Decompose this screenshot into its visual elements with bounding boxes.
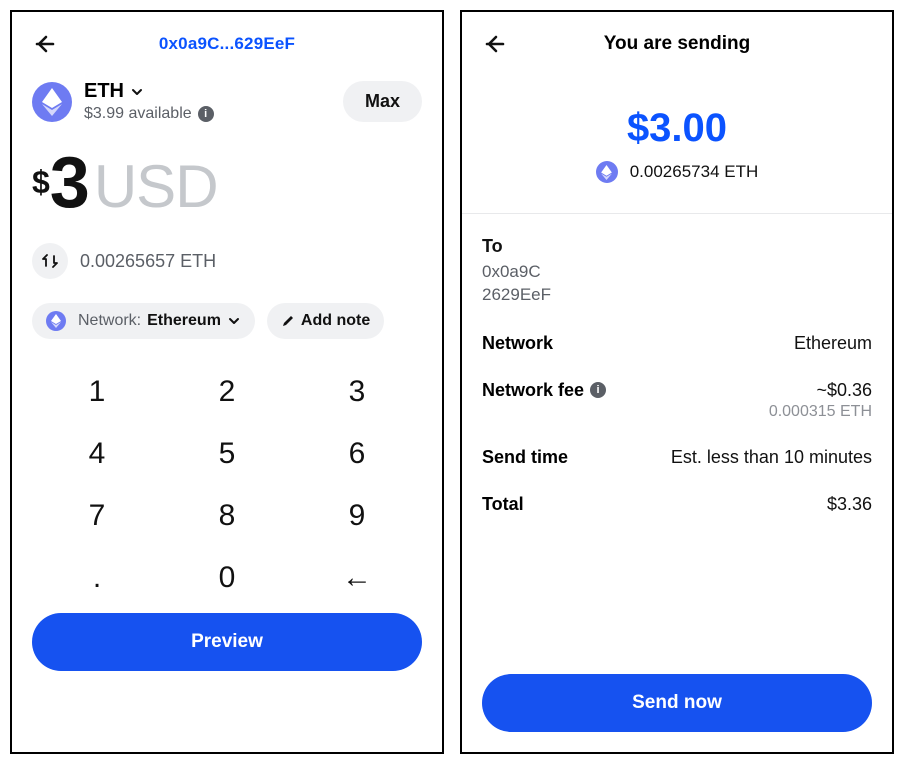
- info-icon[interactable]: i: [198, 106, 214, 122]
- back-button[interactable]: [32, 32, 56, 56]
- send-confirm-screen: You are sending $3.00 0.00265734 ETH To …: [460, 10, 894, 754]
- available-balance: $3.99 available: [84, 105, 192, 123]
- keypad-5[interactable]: 5: [162, 423, 292, 485]
- keypad-7[interactable]: 7: [32, 485, 162, 547]
- amount-prefix: $: [32, 166, 50, 198]
- back-button[interactable]: [482, 32, 506, 56]
- pill-row: Network: Ethereum Add note: [32, 303, 422, 339]
- keypad-4[interactable]: 4: [32, 423, 162, 485]
- keypad-backspace[interactable]: ←: [292, 547, 422, 609]
- keypad-2[interactable]: 2: [162, 361, 292, 423]
- amount-value: 3: [50, 147, 88, 219]
- chevron-down-icon: [227, 314, 241, 328]
- swap-currency-button[interactable]: [32, 243, 68, 279]
- eth-icon: [46, 311, 66, 331]
- asset-info[interactable]: ETH $3.99 available i: [84, 80, 343, 123]
- amount-currency: USD: [94, 152, 218, 221]
- send-time-value: Est. less than 10 minutes: [671, 447, 872, 468]
- to-address-line2: 2629EeF: [482, 284, 872, 307]
- send-now-button[interactable]: Send now: [482, 674, 872, 732]
- to-address-line1: 0x0a9C: [482, 261, 872, 284]
- network-label: Network: [482, 333, 553, 354]
- asset-row: ETH $3.99 available i Max: [32, 80, 422, 123]
- network-fee-label: Network fee: [482, 380, 584, 401]
- network-selector[interactable]: Network: Ethereum: [32, 303, 255, 339]
- keypad-decimal[interactable]: .: [32, 547, 162, 609]
- pencil-icon: [281, 314, 295, 328]
- send-amount-eth-row: 0.00265734 ETH: [482, 161, 872, 183]
- arrow-left-icon: [482, 32, 506, 56]
- keypad-0[interactable]: 0: [162, 547, 292, 609]
- network-row: Network Ethereum: [482, 333, 872, 354]
- total-label: Total: [482, 494, 524, 515]
- send-amount-eth: 0.00265734 ETH: [630, 162, 759, 182]
- header-title: You are sending: [506, 33, 848, 55]
- swap-icon: [41, 252, 59, 270]
- recipient-address-short[interactable]: 0x0a9C...629EeF: [56, 34, 398, 54]
- converted-amount: 0.00265657 ETH: [80, 251, 216, 272]
- amount-display: $ 3 USD: [32, 147, 422, 221]
- to-label: To: [482, 236, 872, 257]
- keypad-6[interactable]: 6: [292, 423, 422, 485]
- keypad-3[interactable]: 3: [292, 361, 422, 423]
- max-button[interactable]: Max: [343, 81, 422, 122]
- keypad-8[interactable]: 8: [162, 485, 292, 547]
- conversion-row: 0.00265657 ETH: [32, 243, 422, 279]
- total-value: $3.36: [827, 494, 872, 515]
- chevron-down-icon: [130, 85, 144, 99]
- divider: [462, 213, 892, 214]
- send-amount-usd: $3.00: [482, 106, 872, 151]
- keypad-1[interactable]: 1: [32, 361, 162, 423]
- keypad-9[interactable]: 9: [292, 485, 422, 547]
- header: You are sending: [482, 30, 872, 58]
- eth-icon: [596, 161, 618, 183]
- add-note-button[interactable]: Add note: [267, 303, 384, 339]
- to-section: To 0x0a9C 2629EeF: [482, 236, 872, 307]
- add-note-label: Add note: [301, 312, 370, 330]
- network-fee-row: Network fee i ~$0.36 0.000315 ETH: [482, 380, 872, 421]
- total-row: Total $3.36: [482, 494, 872, 515]
- header: 0x0a9C...629EeF: [32, 30, 422, 58]
- asset-symbol: ETH: [84, 80, 124, 103]
- eth-icon: [32, 82, 72, 122]
- network-label: Network:: [78, 312, 141, 330]
- network-fee-eth: 0.000315 ETH: [769, 403, 872, 421]
- numeric-keypad: 1 2 3 4 5 6 7 8 9 . 0 ←: [32, 361, 422, 609]
- network-value: Ethereum: [147, 312, 221, 330]
- send-entry-screen: 0x0a9C...629EeF ETH $3.99 available i Ma…: [10, 10, 444, 754]
- info-icon[interactable]: i: [590, 382, 606, 398]
- preview-button[interactable]: Preview: [32, 613, 422, 671]
- network-fee-usd: ~$0.36: [769, 380, 872, 401]
- send-time-row: Send time Est. less than 10 minutes: [482, 447, 872, 468]
- network-value: Ethereum: [794, 333, 872, 354]
- arrow-left-icon: [32, 32, 56, 56]
- send-time-label: Send time: [482, 447, 568, 468]
